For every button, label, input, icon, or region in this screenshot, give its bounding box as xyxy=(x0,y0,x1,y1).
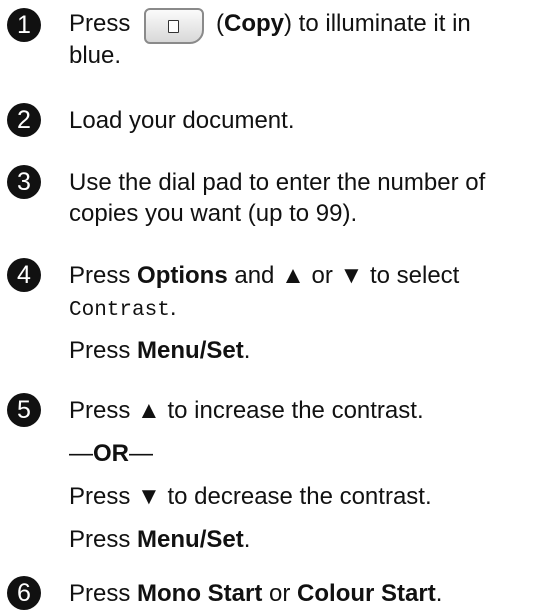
copy-button-icon xyxy=(144,8,204,44)
step-1-line-1-rest: (Copy) to illuminate it in xyxy=(216,10,471,37)
step-4-period: . xyxy=(169,294,177,321)
step-2-text: Load your document. xyxy=(69,107,295,134)
step-4-press: Press xyxy=(69,262,131,289)
colour-start-label: Colour Start xyxy=(297,580,436,607)
step-4-line-1: Press Options and ▲ or ▼ to select xyxy=(69,262,459,290)
step-4-line-2: Contrast. xyxy=(69,294,177,325)
step-3-line-2: copies you want (up to 99). xyxy=(69,200,358,227)
step-number-1: 1 xyxy=(7,8,41,42)
up-arrow-icon: ▲ xyxy=(281,262,305,289)
step-number-2: 2 xyxy=(7,103,41,137)
options-label: Options xyxy=(137,262,228,289)
step-number-6: 6 xyxy=(7,576,41,610)
step-4-line-3: Press Menu/Set. xyxy=(69,337,250,365)
step-5-press: Press xyxy=(69,397,131,424)
step-5-inc: to increase the contrast. xyxy=(167,397,424,424)
step-5-line-1: Press ▲ to increase the contrast. xyxy=(69,397,424,425)
dash-left: — xyxy=(69,440,93,467)
step-5-press3: Press xyxy=(69,526,131,553)
step-5-line-4: Press Menu/Set. xyxy=(69,526,250,554)
step-1-post: to illuminate it in xyxy=(298,10,471,37)
contrast-value: Contrast xyxy=(69,299,170,322)
step-4-and: and xyxy=(234,262,275,289)
step-5-press-down: Press xyxy=(69,483,131,510)
step-1-line-1: Press xyxy=(69,10,130,38)
step-4-press2: Press xyxy=(69,337,131,364)
step-5-line-3: Press ▼ to decrease the contrast. xyxy=(69,483,432,511)
copy-label: Copy xyxy=(224,10,284,37)
or-label: OR xyxy=(93,440,129,467)
step-3-line-1: Use the dial pad to enter the number of xyxy=(69,169,486,196)
menu-set-label: Menu/Set xyxy=(137,337,244,364)
step-6-press: Press xyxy=(69,580,131,607)
step-1-line-2: blue. xyxy=(69,42,122,69)
mono-start-label: Mono Start xyxy=(137,580,263,607)
down-arrow-icon: ▼ xyxy=(339,262,364,289)
document-icon xyxy=(168,20,179,33)
step-4-post: to select xyxy=(369,262,460,289)
step-1-press: Press xyxy=(69,10,131,37)
step-number-4: 4 xyxy=(7,258,41,292)
step-6-period: . xyxy=(435,580,443,607)
or-separator: —OR— xyxy=(69,440,153,468)
up-arrow-icon: ▲ xyxy=(137,397,161,424)
step-5-dec: to decrease the contrast. xyxy=(167,483,432,510)
step-4-period2: . xyxy=(243,337,251,364)
step-5-period: . xyxy=(243,526,251,553)
step-number-5: 5 xyxy=(7,393,41,427)
menu-set-label: Menu/Set xyxy=(137,526,244,553)
dash-right: — xyxy=(129,440,153,467)
step-6-text: Press Mono Start or Colour Start. xyxy=(69,580,442,608)
step-4-or: or xyxy=(311,262,333,289)
step-6-or: or xyxy=(269,580,291,607)
step-number-3: 3 xyxy=(7,165,41,199)
down-arrow-icon: ▼ xyxy=(137,483,161,510)
